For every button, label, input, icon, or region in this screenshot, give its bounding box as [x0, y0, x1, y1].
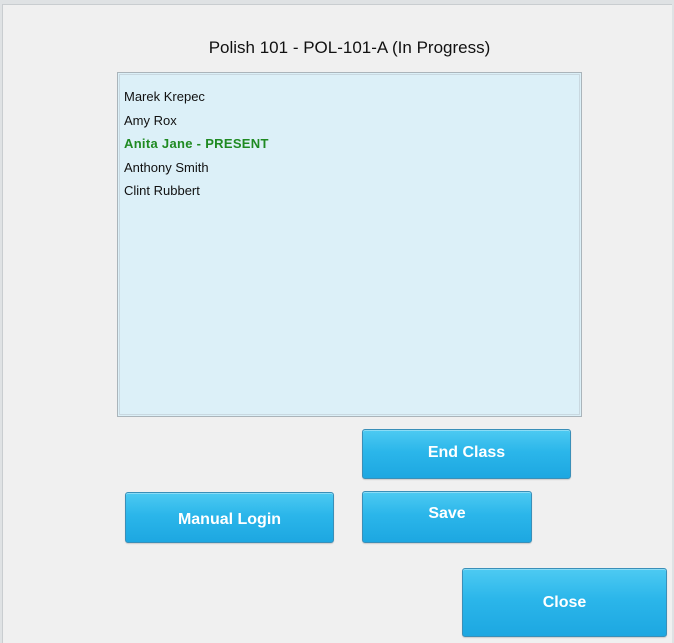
- dialog-title: Polish 101 - POL-101-A (In Progress): [208, 38, 491, 57]
- save-button[interactable]: Save: [362, 491, 532, 543]
- list-item-amy-rox[interactable]: Amy Rox: [124, 109, 579, 133]
- close-button[interactable]: Close: [462, 568, 667, 637]
- attendance-list-inner: Marek Krepec Amy Rox Anita Jane - PRESEN…: [119, 74, 580, 415]
- list-item-anita-jane-present[interactable]: Anita Jane - PRESENT: [124, 132, 579, 156]
- end-class-button[interactable]: End Class: [362, 429, 571, 479]
- manual-login-button[interactable]: Manual Login: [125, 492, 334, 543]
- attendance-list[interactable]: Marek Krepec Amy Rox Anita Jane - PRESEN…: [117, 72, 582, 417]
- list-item-anthony-smith[interactable]: Anthony Smith: [124, 156, 579, 180]
- attendance-list-items: Marek Krepec Amy Rox Anita Jane - PRESEN…: [120, 75, 579, 203]
- list-item-marek-krepec[interactable]: Marek Krepec: [124, 85, 579, 109]
- list-item-clint-rubbert[interactable]: Clint Rubbert: [124, 179, 579, 203]
- class-dialog: Polish 101 - POL-101-A (In Progress) Mar…: [2, 4, 672, 643]
